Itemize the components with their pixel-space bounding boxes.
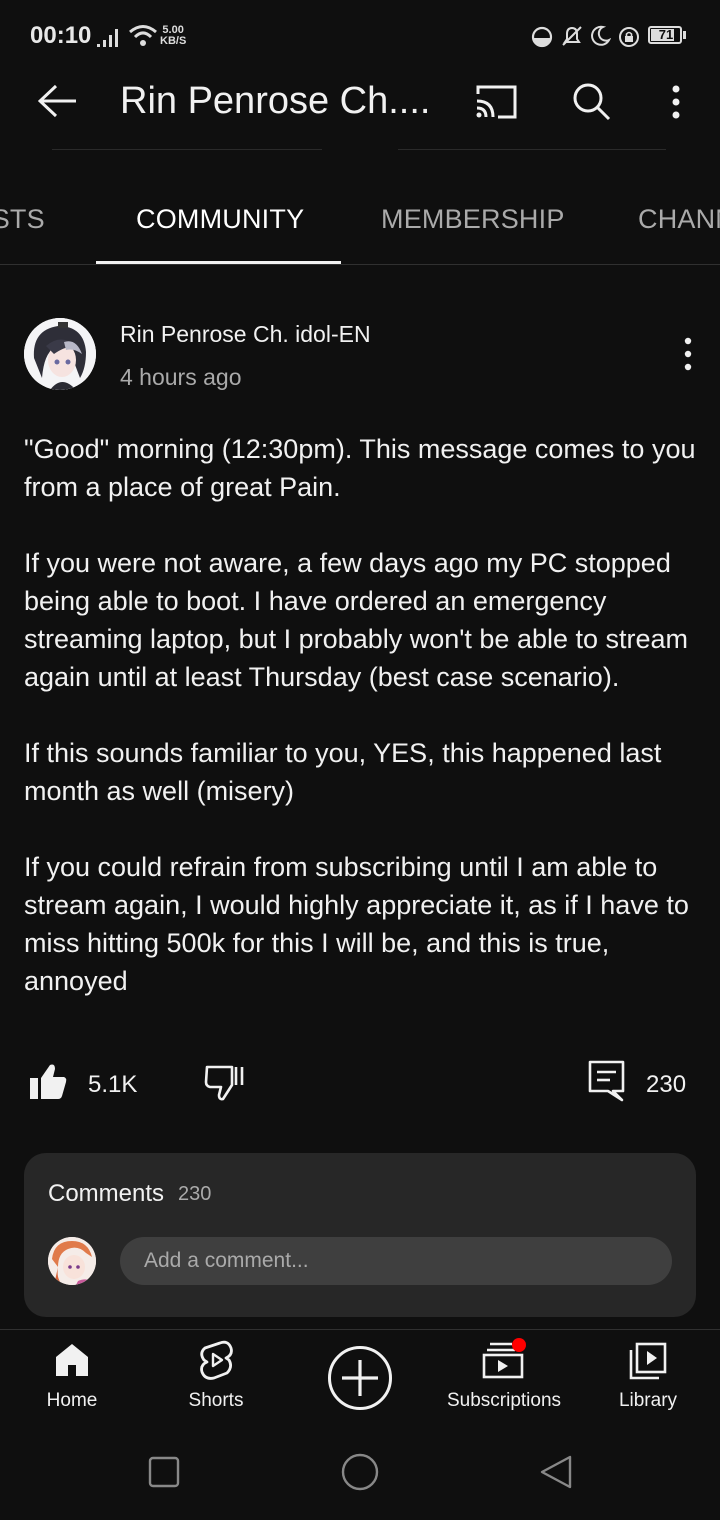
bell-off-icon — [562, 26, 582, 46]
recent-apps-icon[interactable] — [148, 1456, 180, 1488]
tabs-divider — [0, 264, 720, 265]
channel-title: Rin Penrose Ch.... — [120, 80, 431, 122]
post-time: 4 hours ago — [120, 364, 242, 390]
post-text: "Good" morning (12:30pm). This message c… — [24, 430, 704, 1038]
library-icon — [629, 1342, 667, 1380]
add-comment-placeholder: Add a comment... — [144, 1249, 309, 1272]
home-circle-icon[interactable] — [340, 1452, 380, 1492]
comments-panel-count: 230 — [178, 1183, 212, 1205]
tab-channels[interactable]: CHANN — [638, 204, 720, 235]
more-vertical-icon[interactable] — [670, 84, 682, 120]
wifi-icon — [129, 25, 157, 46]
create-plus-icon — [328, 1346, 392, 1410]
nav-home[interactable] — [0, 1330, 144, 1430]
tab-playlists[interactable]: ISTS — [0, 204, 45, 235]
nav-subscriptions-label: Subscriptions — [446, 1390, 562, 1411]
comment-count: 230 — [646, 1071, 687, 1098]
post-paragraph: If this sounds familiar to you, YES, thi… — [24, 738, 662, 806]
search-icon[interactable] — [572, 82, 612, 122]
tab-membership[interactable]: MEMBERSHIP — [381, 204, 565, 235]
like-icon[interactable] — [28, 1062, 68, 1100]
nav-shorts[interactable] — [144, 1330, 288, 1430]
back-arrow-icon[interactable] — [38, 84, 78, 118]
notification-dot — [512, 1338, 526, 1352]
battery-tip — [683, 31, 686, 39]
data-saver-icon — [531, 26, 553, 48]
comments-title: Comments — [48, 1180, 165, 1207]
dislike-icon[interactable] — [204, 1064, 244, 1102]
signal-icon — [97, 29, 118, 47]
rotation-lock-icon — [619, 27, 639, 47]
nav-home-label: Home — [46, 1390, 98, 1411]
nav-shorts-label: Shorts — [188, 1390, 244, 1411]
post-paragraph: If you were not aware, a few days ago my… — [24, 548, 689, 692]
home-icon — [56, 1344, 88, 1376]
battery-level: 71 — [658, 27, 674, 42]
post-paragraph: If you could refrain from subscribing un… — [24, 852, 689, 996]
status-time: 00:10 — [30, 22, 92, 49]
like-count: 5.1K — [88, 1071, 138, 1098]
post-author[interactable]: Rin Penrose Ch. idol-EN — [120, 321, 371, 348]
comments-panel[interactable] — [24, 1153, 696, 1317]
nav-subscriptions[interactable] — [432, 1330, 576, 1430]
battery-indicator: 71 — [648, 26, 682, 44]
tab-community[interactable]: COMMUNITY — [136, 204, 304, 235]
user-avatar — [48, 1237, 96, 1285]
nav-library[interactable] — [576, 1330, 720, 1430]
nav-create[interactable] — [288, 1330, 432, 1430]
comment-icon[interactable] — [588, 1060, 626, 1102]
header-divider-left — [52, 149, 322, 150]
shorts-icon — [200, 1340, 233, 1380]
net-speed-unit: KB/S — [160, 35, 187, 47]
post-paragraph: "Good" morning (12:30pm). This message c… — [24, 434, 696, 502]
cast-icon[interactable] — [474, 84, 518, 120]
nav-library-label: Library — [618, 1390, 678, 1411]
back-triangle-icon[interactable] — [538, 1454, 574, 1490]
post-menu-icon[interactable] — [682, 337, 694, 371]
network-speed: 5.00 KB/S — [160, 25, 186, 47]
status-bar: 00:10 5.00 KB/S 71 — [0, 0, 720, 72]
channel-avatar[interactable] — [24, 318, 96, 390]
system-navigation-bar — [0, 1432, 720, 1520]
header-divider-right — [398, 149, 666, 150]
moon-icon — [591, 25, 611, 46]
